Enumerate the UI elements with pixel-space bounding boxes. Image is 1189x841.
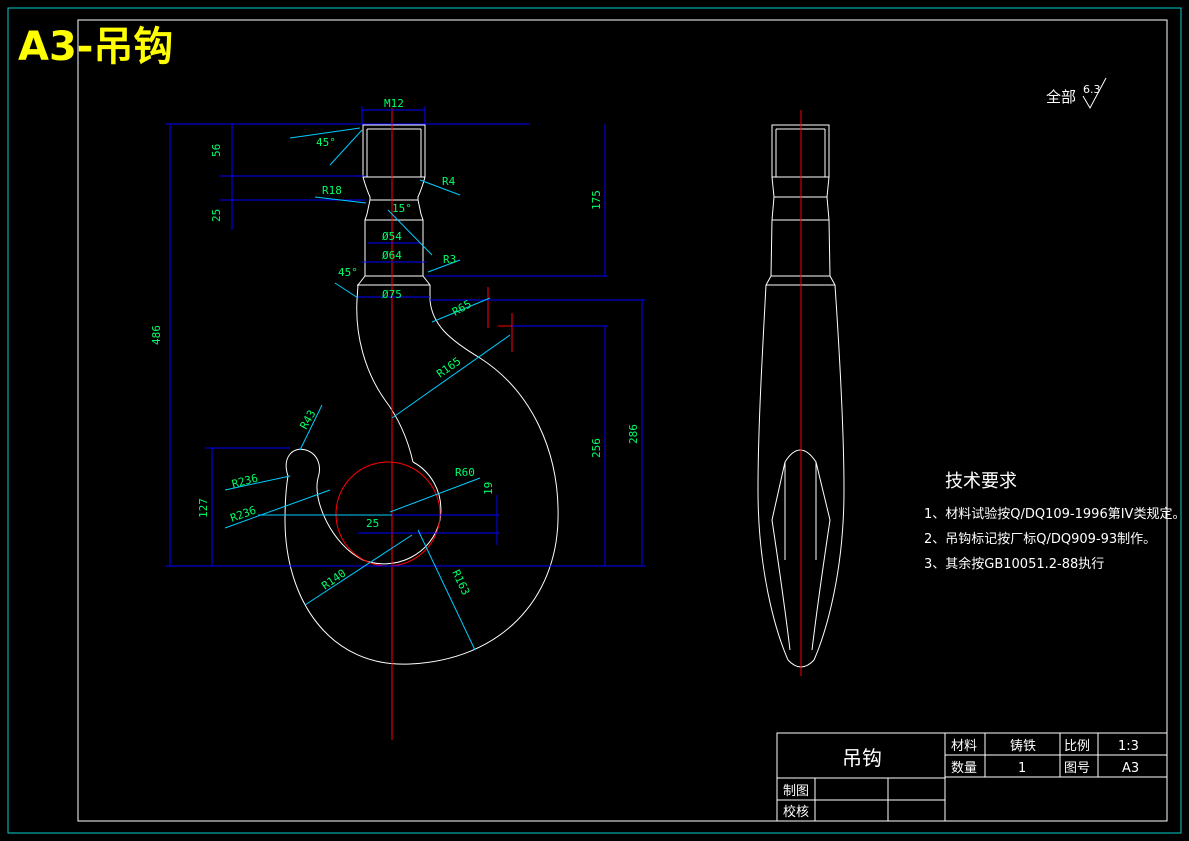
dim-angle-15: 15° — [392, 202, 412, 215]
dim-angle-45-mid: 45° — [338, 266, 358, 279]
dim-angle-45-top: 45° — [316, 136, 336, 149]
tech-requirement-2: 2、吊钩标记按厂标Q/DQ909-93制作。 — [924, 532, 1156, 547]
dim-19: 19 — [482, 482, 495, 495]
quantity-value: 1 — [1018, 761, 1026, 776]
dim-r236-a: R236 — [230, 471, 259, 490]
front-view: M12 45° 56 R18 R4 15° 25 Ø54 Ø64 R3 45° … — [150, 97, 645, 740]
surface-note-prefix: 全部 — [1046, 88, 1076, 106]
tech-requirements-title: 技术要求 — [945, 471, 1017, 492]
dim-286: 286 — [627, 424, 640, 444]
quantity-label: 数量 — [951, 761, 977, 776]
front-leader-lines — [224, 127, 511, 651]
surface-roughness-note: 全部 6.3 — [1046, 77, 1107, 110]
drawing-number-label: 图号 — [1064, 761, 1090, 776]
inner-frame — [77, 19, 1168, 822]
sheet-title: A3-吊钩 — [18, 24, 173, 70]
tech-requirement-1: 1、材料试验按Q/DQ109-1996第IV类规定。 — [924, 506, 1185, 522]
scale-label: 比例 — [1064, 739, 1090, 754]
dim-r65: R65 — [450, 297, 474, 318]
material-value: 铸铁 — [1010, 738, 1036, 754]
dim-r165: R165 — [434, 355, 463, 381]
drawing-number-value: A3 — [1122, 761, 1139, 776]
dim-m12: M12 — [384, 97, 404, 110]
drawn-by-label: 制图 — [783, 784, 809, 799]
dim-127: 127 — [197, 498, 210, 518]
scale-value: 1:3 — [1118, 739, 1139, 754]
dim-r18: R18 — [322, 184, 342, 197]
tech-requirement-3: 3、其余按GB10051.2-88执行 — [924, 556, 1104, 572]
dim-r4: R4 — [442, 175, 456, 188]
dim-25-mid: 25 — [366, 517, 379, 530]
dim-r3: R3 — [443, 253, 456, 266]
dim-phi54: Ø54 — [382, 230, 402, 243]
dim-r140: R140 — [319, 567, 348, 593]
dim-56: 56 — [210, 144, 223, 157]
material-label: 材料 — [951, 739, 977, 754]
title-block: 吊钩 材料 铸铁 比例 1:3 数量 1 图号 A3 制图 校核 — [776, 732, 1168, 822]
dim-175: 175 — [590, 190, 603, 210]
dim-phi64: Ø64 — [382, 249, 402, 262]
dim-256: 256 — [590, 438, 603, 458]
outer-frame — [7, 7, 1182, 834]
dim-r163: R163 — [449, 568, 472, 598]
technical-requirements: 技术要求 1、材料试验按Q/DQ109-1996第IV类规定。 2、吊钩标记按厂… — [924, 471, 1185, 572]
front-dimension-lines — [165, 106, 645, 567]
side-view — [757, 110, 845, 676]
dim-486: 486 — [150, 325, 163, 345]
dim-phi75: Ø75 — [382, 288, 402, 301]
dim-r60: R60 — [455, 466, 475, 479]
drawing-canvas: A3-吊钩 全部 6.3 M12 45° 56 R18 R4 15° 25 Ø5… — [7, 7, 1185, 834]
dim-25-left: 25 — [210, 209, 223, 222]
dim-r43: R43 — [297, 408, 318, 432]
hook-body-outline — [284, 299, 559, 665]
part-name: 吊钩 — [842, 746, 882, 770]
front-dimension-labels: M12 45° 56 R18 R4 15° 25 Ø54 Ø64 R3 45° … — [150, 97, 640, 597]
checked-by-label: 校核 — [783, 804, 809, 820]
